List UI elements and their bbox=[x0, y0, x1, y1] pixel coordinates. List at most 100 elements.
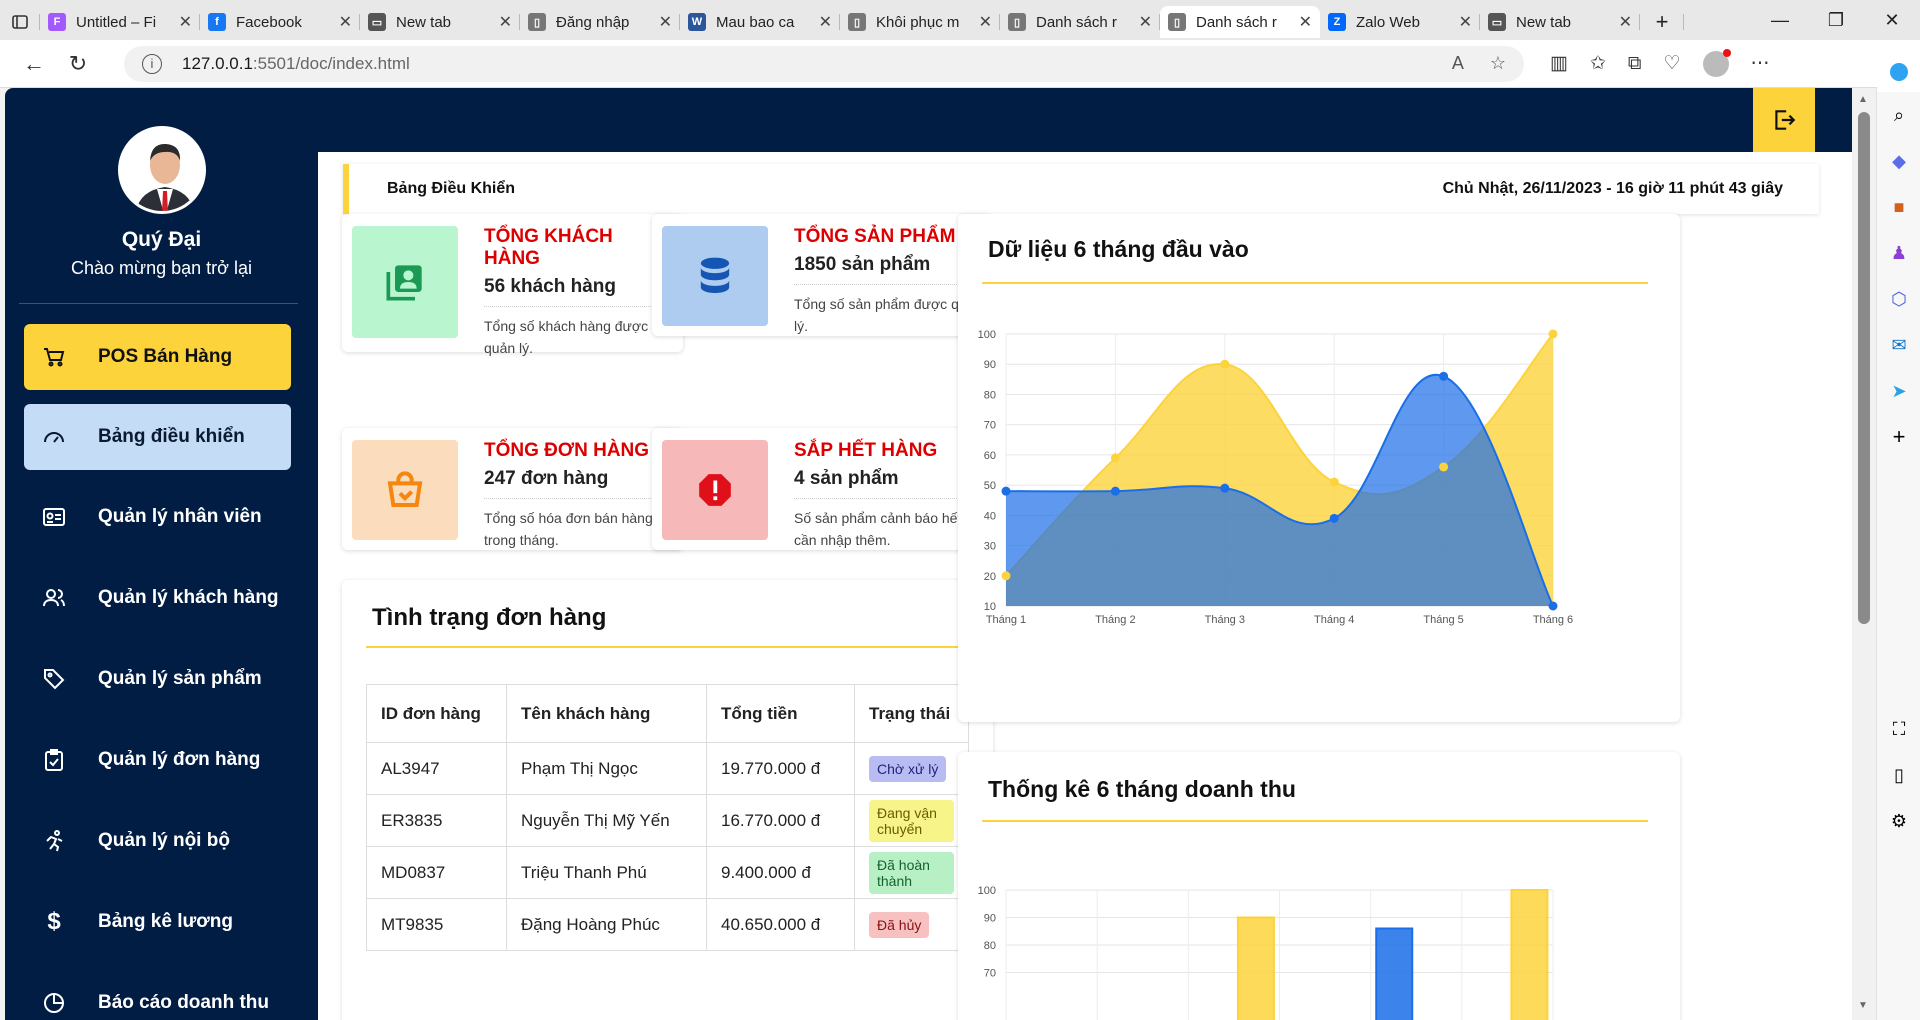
collections-icon[interactable]: ⧉ bbox=[1628, 53, 1642, 75]
panel-title: Tình trạng đơn hàng bbox=[372, 604, 607, 631]
close-tab-icon[interactable]: ✕ bbox=[979, 12, 992, 32]
favorites-icon[interactable]: ✩ bbox=[1590, 52, 1606, 75]
close-tab-icon[interactable]: ✕ bbox=[1459, 12, 1472, 32]
data-point[interactable] bbox=[1220, 359, 1230, 369]
y-tick-label: 40 bbox=[984, 510, 996, 522]
main-content: Bảng Điều Khiển Chủ Nhật, 26/11/2023 - 1… bbox=[318, 152, 1852, 1020]
copilot-icon[interactable] bbox=[1877, 52, 1920, 92]
stat-card-orders: TỔNG ĐƠN HÀNG 247 đơn hàng Tổng số hóa đ… bbox=[342, 428, 683, 550]
close-tab-icon[interactable]: ✕ bbox=[179, 12, 192, 32]
more-options-icon[interactable]: ⋯ bbox=[1751, 52, 1770, 75]
tab-actions-icon[interactable] bbox=[0, 6, 40, 38]
tab-title: New tab bbox=[396, 13, 452, 31]
split-screen-icon[interactable]: ▥ bbox=[1550, 52, 1568, 75]
stat-description: Số sản phẩm cảnh báo hết cần nhập thêm. bbox=[794, 510, 962, 548]
tab-title: Untitled – Fi bbox=[76, 13, 157, 31]
shopping-icon[interactable]: ◆ bbox=[1877, 138, 1920, 184]
new-tab-button[interactable]: + bbox=[1640, 6, 1684, 38]
sidebar-item-payroll[interactable]: $ Bảng kê lương bbox=[24, 889, 291, 955]
bar[interactable] bbox=[1510, 889, 1549, 1020]
browser-tab[interactable]: W Mau bao ca ✕ bbox=[680, 6, 840, 38]
browser-tab[interactable]: ▭ New tab ✕ bbox=[1480, 6, 1640, 38]
data-point[interactable] bbox=[1110, 453, 1120, 463]
browser-tab[interactable]: F Untitled – Fi ✕ bbox=[40, 6, 200, 38]
id-card-icon bbox=[42, 505, 66, 529]
data-point[interactable] bbox=[1001, 486, 1011, 496]
send-icon[interactable]: ➤ bbox=[1877, 368, 1920, 414]
games-icon[interactable]: ♟ bbox=[1877, 230, 1920, 276]
back-button[interactable]: ← bbox=[12, 51, 56, 77]
search-icon[interactable]: ⌕ bbox=[1877, 92, 1920, 138]
order-id: MT9835 bbox=[366, 898, 507, 951]
browser-essentials-icon[interactable]: ♡ bbox=[1663, 52, 1680, 75]
browser-tab[interactable]: ▯ Danh sách r ✕ bbox=[1000, 6, 1160, 38]
data-point[interactable] bbox=[1001, 571, 1011, 581]
url-field[interactable]: i 127.0.0.1:5501/doc/index.html A ☆ bbox=[124, 45, 1524, 82]
data-point[interactable] bbox=[1548, 601, 1558, 611]
read-aloud-icon[interactable]: A bbox=[1452, 53, 1464, 74]
data-point[interactable] bbox=[1439, 462, 1449, 472]
sidebar-item-label: Quản lý khách hàng bbox=[98, 587, 279, 608]
data-point[interactable] bbox=[1548, 329, 1558, 339]
microsoft-365-icon[interactable]: ⬡ bbox=[1877, 276, 1920, 322]
data-point[interactable] bbox=[1329, 513, 1339, 523]
sidebar-item-dashboard[interactable]: Bảng điều khiển bbox=[24, 404, 291, 470]
sidebar-item-customers[interactable]: Quản lý khách hàng bbox=[24, 565, 291, 631]
browser-tab[interactable]: f Facebook ✕ bbox=[200, 6, 360, 38]
close-tab-icon[interactable]: ✕ bbox=[339, 12, 352, 32]
browser-tab[interactable]: ▯ Danh sách r ✕ bbox=[1160, 6, 1320, 38]
scrollbar-thumb[interactable] bbox=[1858, 112, 1870, 624]
sidebar-item-revenue-report[interactable]: Báo cáo doanh thu bbox=[24, 970, 291, 1020]
minimize-button[interactable]: — bbox=[1752, 10, 1808, 31]
chart-title: Thống kê 6 tháng doanh thu bbox=[988, 776, 1296, 802]
stat-title: TỔNG KHÁCH HÀNG bbox=[484, 226, 613, 269]
data-point[interactable] bbox=[1329, 477, 1339, 487]
close-tab-icon[interactable]: ✕ bbox=[1299, 12, 1312, 32]
close-tab-icon[interactable]: ✕ bbox=[499, 12, 512, 32]
sidebar-item-products[interactable]: Quản lý sản phẩm bbox=[24, 646, 291, 712]
close-tab-icon[interactable]: ✕ bbox=[1619, 12, 1632, 32]
sidebar-item-label: Bảng điều khiển bbox=[98, 426, 245, 447]
sidebar-menu: POS Bán Hàng Bảng điều khiển Quản lý nhâ… bbox=[5, 324, 318, 1020]
refresh-button[interactable]: ↻ bbox=[56, 51, 100, 77]
screenshot-icon[interactable]: ⛶ bbox=[1877, 706, 1920, 752]
revenue-chart-card: Thống kê 6 tháng doanh thu 70 80 90 100 bbox=[958, 752, 1680, 1020]
scroll-up-icon[interactable]: ▲ bbox=[1858, 94, 1868, 105]
logout-button[interactable] bbox=[1753, 88, 1815, 152]
sidebar-item-orders[interactable]: Quản lý đơn hàng bbox=[24, 727, 291, 793]
browser-tab[interactable]: ▯ Đăng nhập ✕ bbox=[520, 6, 680, 38]
page-scrollbar[interactable]: ▲ ▼ bbox=[1852, 88, 1876, 1020]
cart-icon bbox=[42, 345, 66, 369]
table-row: MT9835 Đặng Hoàng Phúc 40.650.000 đ Đã h… bbox=[366, 898, 969, 951]
sidebar-item-employees[interactable]: Quản lý nhân viên bbox=[24, 484, 291, 550]
browser-tab[interactable]: ▯ Khôi phục m ✕ bbox=[840, 6, 1000, 38]
tools-icon[interactable]: ■ bbox=[1877, 184, 1920, 230]
settings-gear-icon[interactable]: ⚙ bbox=[1877, 798, 1920, 844]
browser-tab[interactable]: Z Zalo Web ✕ bbox=[1320, 6, 1480, 38]
data-point[interactable] bbox=[1439, 371, 1449, 381]
profile-avatar[interactable] bbox=[1702, 48, 1731, 77]
close-tab-icon[interactable]: ✕ bbox=[659, 12, 672, 32]
sidebar-toggle-icon[interactable]: ▯ bbox=[1877, 752, 1920, 798]
add-icon[interactable]: + bbox=[1877, 414, 1920, 460]
sidebar-item-internal[interactable]: Quản lý nội bộ bbox=[24, 808, 291, 874]
users-icon bbox=[42, 586, 66, 610]
bar[interactable] bbox=[1236, 916, 1275, 1020]
y-tick-label: 10 bbox=[984, 601, 996, 613]
outlook-icon[interactable]: ✉ bbox=[1877, 322, 1920, 368]
sidebar-item-pos[interactable]: POS Bán Hàng bbox=[24, 324, 291, 390]
data-point[interactable] bbox=[1220, 483, 1230, 493]
table-header-row: ID đơn hàng Tên khách hàng Tổng tiền Trạ… bbox=[366, 684, 969, 743]
favorite-star-icon[interactable]: ☆ bbox=[1490, 53, 1506, 74]
data-point[interactable] bbox=[1110, 486, 1120, 496]
restore-button[interactable]: ❐ bbox=[1808, 10, 1864, 31]
chart-title: Dữ liệu 6 tháng đầu vào bbox=[988, 236, 1249, 262]
bar[interactable] bbox=[1375, 927, 1414, 1020]
order-total: 16.770.000 đ bbox=[706, 794, 855, 847]
close-tab-icon[interactable]: ✕ bbox=[1139, 12, 1152, 32]
close-window-button[interactable]: ✕ bbox=[1864, 10, 1920, 31]
site-info-icon[interactable]: i bbox=[142, 53, 162, 74]
scroll-down-icon[interactable]: ▼ bbox=[1858, 1000, 1868, 1011]
close-tab-icon[interactable]: ✕ bbox=[819, 12, 832, 32]
browser-tab[interactable]: ▭ New tab ✕ bbox=[360, 6, 520, 38]
